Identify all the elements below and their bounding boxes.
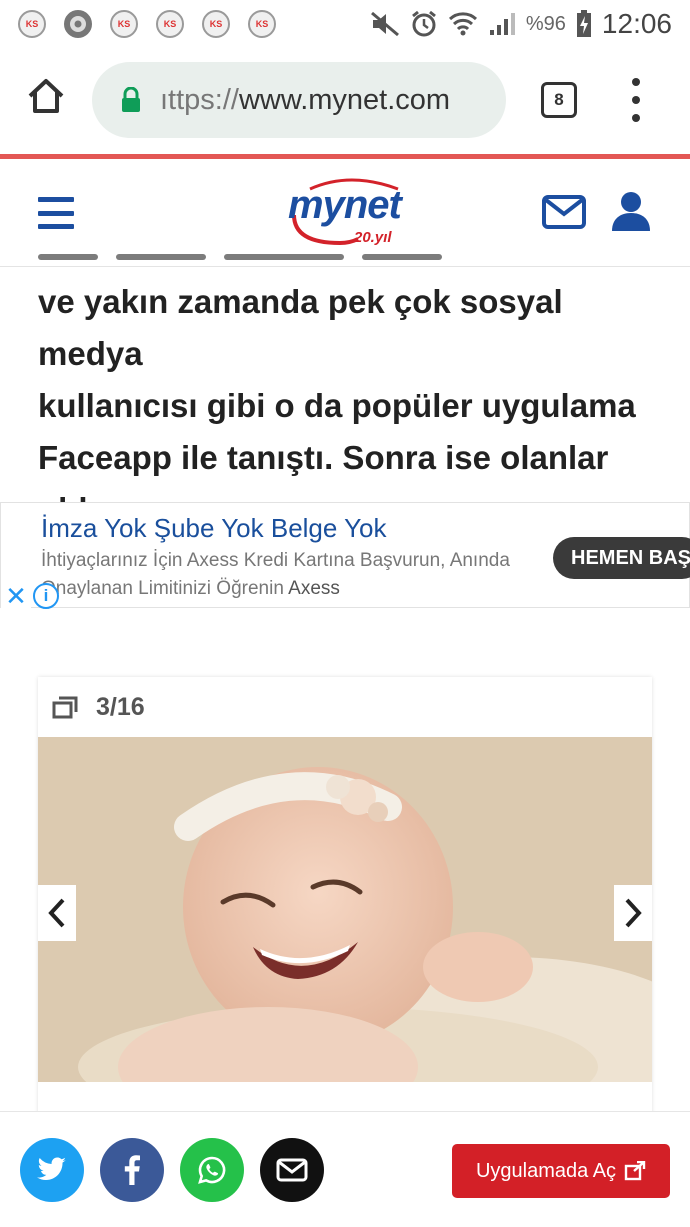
site-logo[interactable]: mynet 20.yıl [280, 173, 420, 253]
wifi-icon [448, 12, 477, 36]
menu-dot [632, 114, 640, 122]
notification-app-icon: KS [202, 10, 230, 38]
ad-brand: Axess [288, 578, 340, 599]
status-time: 12:06 [601, 8, 672, 39]
gallery-icon [52, 696, 78, 719]
notification-app-icon: KS [110, 10, 138, 38]
article-line: ve yakın zamanda pek çok sosyal medya [38, 283, 563, 372]
article-line: kullanıcısı gibi o da popüler uygulama [38, 387, 636, 424]
gallery-counter: 3/16 [96, 692, 145, 721]
baby-photo-image [38, 737, 652, 1082]
gallery-photo[interactable] [38, 737, 652, 1082]
ad-description: İhtiyaçlarınız İçin Axess Kredi Kartına … [41, 547, 531, 603]
battery-percent: %96 [525, 12, 566, 35]
notification-icons: KS KS KS KS KS [18, 10, 276, 38]
url-host: www.mynet.com [238, 83, 451, 116]
open-in-app-label: Uygulamada Aç [475, 1159, 617, 1182]
external-link-icon [624, 1161, 646, 1181]
battery-charging-icon [576, 10, 591, 37]
tab-switcher-button[interactable]: 8 [541, 82, 577, 118]
gallery-prev-button[interactable] [38, 885, 76, 941]
logo-wordmark: mynet [288, 183, 402, 227]
system-icons: %96 12:06 [370, 0, 672, 48]
mute-icon [370, 11, 399, 37]
chevron-left-icon [48, 898, 65, 928]
chevron-right-icon [625, 898, 642, 928]
home-button[interactable] [26, 76, 66, 116]
ad-close-icon[interactable]: ✕ [1, 581, 31, 611]
user-icon[interactable] [610, 191, 652, 231]
notification-app-icon: KS [248, 10, 276, 38]
article-body: ve yakın zamanda pek çok sosyal medya ku… [38, 276, 658, 536]
address-bar[interactable]: ıttps://www.mynet.com [92, 62, 506, 138]
alarm-icon [411, 10, 436, 37]
browser-toolbar: ıttps://www.mynet.com 8 [0, 48, 690, 154]
ad-banner[interactable]: İmza Yok Şube Yok Belge Yok İhtiyaçların… [0, 502, 690, 611]
gallery-header: 3/16 [38, 677, 652, 737]
photo-gallery: 3/16 [38, 677, 652, 1117]
menu-dot [632, 78, 640, 86]
site-header: mynet 20.yıl [0, 159, 690, 267]
twitter-icon [37, 1157, 66, 1180]
menu-dot [632, 96, 640, 104]
facebook-share-button[interactable] [100, 1138, 164, 1202]
mail-icon[interactable] [542, 195, 586, 229]
gallery-next-button[interactable] [614, 885, 652, 941]
chrome-notification-icon [64, 10, 92, 38]
browser-menu-button[interactable] [628, 78, 644, 122]
home-icon [28, 79, 64, 113]
ad-cta-button[interactable]: HEMEN BAŞVUR [553, 537, 690, 579]
url-text: ıttps://www.mynet.com [160, 84, 450, 117]
whatsapp-share-button[interactable] [180, 1138, 244, 1202]
logo-anniversary: 20.yıl [354, 229, 392, 246]
ad-description-text: İhtiyaçlarınız İçin Axess Kredi Kartına … [41, 550, 510, 599]
lock-icon [122, 87, 140, 112]
clipped-text-line [38, 254, 498, 266]
status-bar: KS KS KS KS KS %96 12:06 [0, 0, 690, 48]
twitter-share-button[interactable] [20, 1138, 84, 1202]
url-scheme: ıttps:// [160, 83, 239, 116]
facebook-icon [124, 1155, 140, 1185]
mail-icon [276, 1158, 308, 1182]
notification-app-icon: KS [156, 10, 184, 38]
signal-icon [489, 13, 515, 35]
email-share-button[interactable] [260, 1138, 324, 1202]
share-bar: Uygulamada Aç [0, 1111, 690, 1227]
notification-app-icon: KS [18, 10, 46, 38]
hamburger-menu-icon[interactable] [38, 197, 74, 229]
ad-info-icon[interactable]: i [33, 583, 59, 609]
whatsapp-icon [198, 1156, 226, 1184]
article-line: Faceapp ile tanıştı. Sonra ise olanlar [38, 439, 609, 476]
open-in-app-button[interactable]: Uygulamada Aç [452, 1144, 670, 1198]
ad-title[interactable]: İmza Yok Şube Yok Belge Yok [41, 513, 387, 544]
